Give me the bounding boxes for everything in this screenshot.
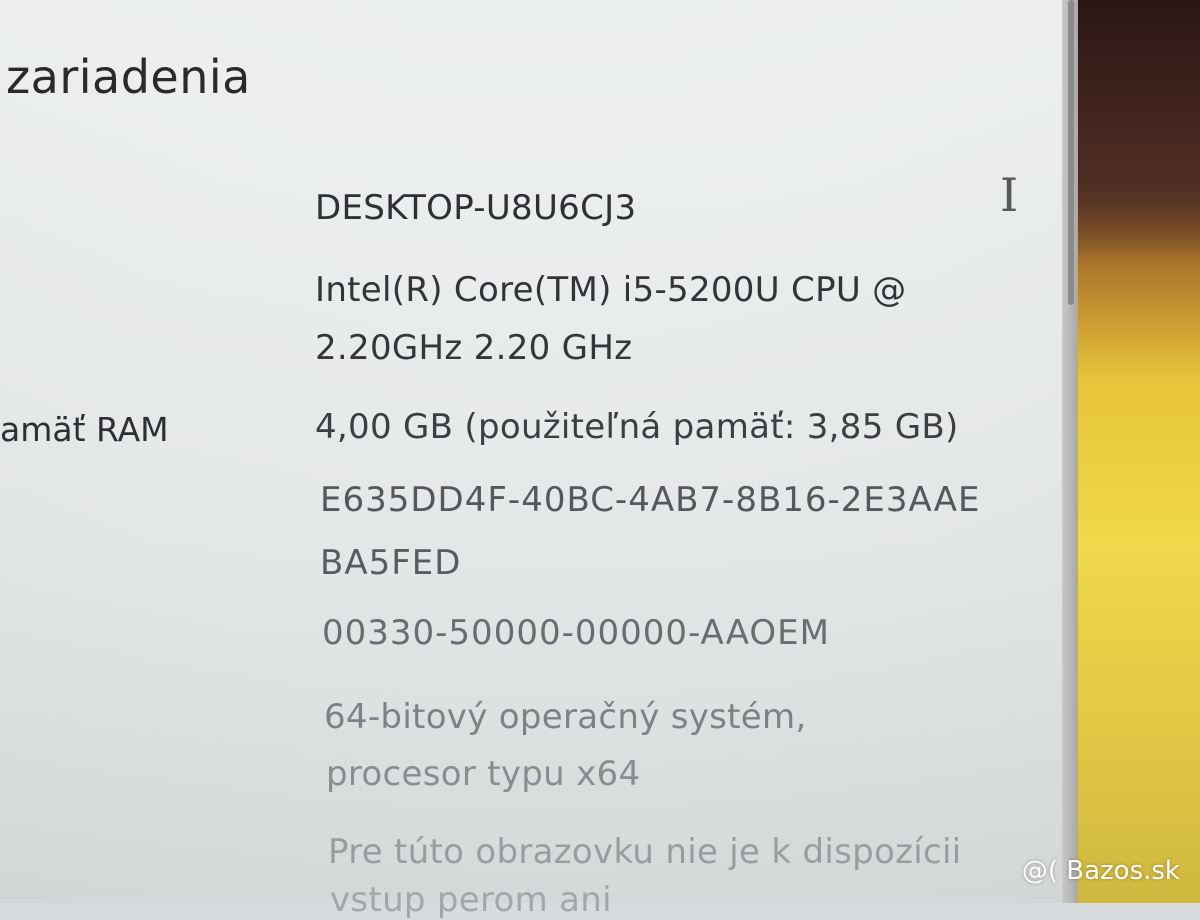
processor-value-line1: Intel(R) Core(TM) i5-5200U CPU @ (315, 270, 907, 310)
device-id-value-line1: E635DD4F-40BC-4AB7-8B16-2E3AAE (320, 480, 981, 520)
processor-value-line2: 2.20GHz 2.20 GHz (315, 328, 633, 368)
system-type-value-line1: 64-bitový operačný systém, (324, 697, 807, 737)
device-id-value-line2: BA5FED (320, 543, 462, 583)
pen-touch-value-line2: vstup perom ani (330, 880, 612, 920)
device-name-value: DESKTOP-U8U6CJ3 (315, 188, 637, 228)
system-type-value-line2: procesor typu x64 (326, 754, 641, 794)
product-id-value: 00330-50000-00000-AAOEM (322, 613, 830, 653)
watermark: @( Bazos.sk (1021, 856, 1180, 886)
scrollbar-thumb[interactable] (1068, 0, 1074, 305)
text-cursor-ibeam-icon: I (1000, 168, 1019, 222)
section-title: zariadenia (6, 50, 251, 104)
pen-touch-value-line1: Pre túto obrazovku nie je k dispozícii (328, 832, 962, 872)
ram-label: amäť RAM (0, 410, 169, 449)
ram-value: 4,00 GB (použiteľná pamäť: 3,85 GB) (315, 407, 959, 447)
background-shadow (1078, 0, 1200, 260)
